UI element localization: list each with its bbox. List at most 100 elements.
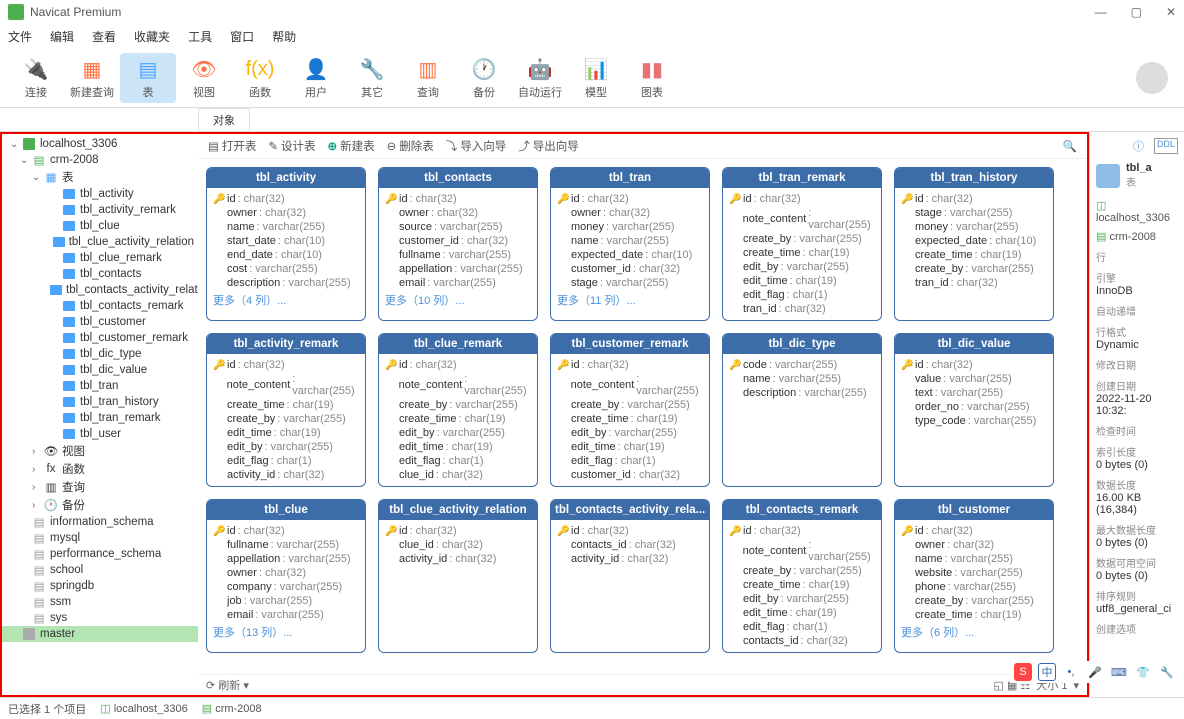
toolbar-函数[interactable]: f(x)函数	[232, 53, 288, 103]
ime-punct-icon[interactable]: •,	[1062, 663, 1080, 681]
delete-table-button[interactable]: ⊖删除表	[387, 138, 434, 154]
table-card[interactable]: tbl_clue_activity_relation🔑id: char(32)c…	[378, 499, 538, 653]
tree-item[interactable]: ▤performance_schema	[2, 546, 198, 562]
tree-item[interactable]: tbl_clue_remark	[2, 250, 198, 266]
window-title: Navicat Premium	[30, 5, 1095, 19]
table-card[interactable]: tbl_customer_remark🔑id: char(32)note_con…	[550, 333, 710, 487]
toolbar-新建查询[interactable]: ▦新建查询	[64, 53, 120, 103]
tree-item[interactable]: tbl_customer_remark	[2, 330, 198, 346]
ime-bar: S 中 •, 🎤 ⌨ 👕 🔧	[1010, 661, 1180, 683]
toolbar-其它[interactable]: 🔧其它	[344, 53, 400, 103]
menu-item[interactable]: 文件	[8, 28, 32, 45]
tree-item[interactable]: ›fx函数	[2, 460, 198, 478]
ime-mic-icon[interactable]: 🎤	[1086, 663, 1104, 681]
tree-item[interactable]: tbl_tran_remark	[2, 410, 198, 426]
table-card[interactable]: tbl_customer🔑id: char(32)owner: char(32)…	[894, 499, 1054, 653]
menu-item[interactable]: 查看	[92, 28, 116, 45]
refresh-button[interactable]: ⟳ 刷新 ▾	[206, 677, 249, 693]
close-button[interactable]: ✕	[1166, 5, 1176, 19]
zoom-bar: ⟳ 刷新 ▾ ◱ ▦ ☷ 大小 1 ▾	[198, 674, 1087, 695]
table-card[interactable]: tbl_tran_remark🔑id: char(32)note_content…	[722, 167, 882, 321]
menu-item[interactable]: 编辑	[50, 28, 74, 45]
tree-item[interactable]: master	[2, 626, 198, 642]
tree-item[interactable]: tbl_tran	[2, 378, 198, 394]
tree-item[interactable]: tbl_activity_remark	[2, 202, 198, 218]
toolbar-用户[interactable]: 👤用户	[288, 53, 344, 103]
table-card[interactable]: tbl_activity_remark🔑id: char(32)note_con…	[206, 333, 366, 487]
app-icon	[8, 4, 24, 20]
toolbar-自动运行[interactable]: 🤖自动运行	[512, 53, 568, 103]
tree-item[interactable]: ▤mysql	[2, 530, 198, 546]
tree-item[interactable]: ⌄▦表	[2, 168, 198, 186]
tree-item[interactable]: tbl_dic_type	[2, 346, 198, 362]
tree-item[interactable]: ›🕐备份	[2, 496, 198, 514]
tree-item[interactable]: ▤springdb	[2, 578, 198, 594]
status-selected: 已选择 1 个项目	[8, 701, 86, 717]
tab-objects[interactable]: 对象	[198, 108, 250, 131]
action-bar: ▤打开表 ✎设计表 ⊕新建表 ⊖删除表 ⤵导入向导 ⤴导出向导 🔍	[198, 134, 1087, 159]
tree-item[interactable]: tbl_activity	[2, 186, 198, 202]
tree-item[interactable]: ▤ssm	[2, 594, 198, 610]
import-wizard-button[interactable]: ⤵导入向导	[446, 138, 507, 154]
ime-kbd-icon[interactable]: ⌨	[1110, 663, 1128, 681]
info-icon[interactable]: ⓘ	[1133, 138, 1144, 154]
export-wizard-button[interactable]: ⤴导出向导	[518, 138, 579, 154]
tree-item[interactable]: tbl_clue_activity_relation	[2, 234, 198, 250]
tree-item[interactable]: ⌄▤crm-2008	[2, 152, 198, 168]
table-card[interactable]: tbl_tran🔑id: char(32)owner: char(32)mone…	[550, 167, 710, 321]
tree-item[interactable]: ▤school	[2, 562, 198, 578]
toolbar-查询[interactable]: ▥查询	[400, 53, 456, 103]
tree-item[interactable]: tbl_tran_history	[2, 394, 198, 410]
ime-tool-icon[interactable]: 🔧	[1158, 663, 1176, 681]
table-card[interactable]: tbl_clue_remark🔑id: char(32)note_content…	[378, 333, 538, 487]
table-card[interactable]: tbl_contacts_activity_rela...🔑id: char(3…	[550, 499, 710, 653]
tree-item[interactable]: tbl_clue	[2, 218, 198, 234]
table-card[interactable]: tbl_contacts🔑id: char(32)owner: char(32)…	[378, 167, 538, 321]
toolbar: 🔌连接▦新建查询▤表👁视图f(x)函数👤用户🔧其它▥查询🕐备份🤖自动运行📊模型▮…	[0, 49, 1184, 108]
tree-item[interactable]: ›👁视图	[2, 442, 198, 460]
search-icon[interactable]: 🔍	[1063, 139, 1077, 153]
table-card[interactable]: tbl_contacts_remark🔑id: char(32)note_con…	[722, 499, 882, 653]
toolbar-备份[interactable]: 🕐备份	[456, 53, 512, 103]
table-card[interactable]: tbl_tran_history🔑id: char(32)stage: varc…	[894, 167, 1054, 321]
ime-skin-icon[interactable]: 👕	[1134, 663, 1152, 681]
toolbar-表[interactable]: ▤表	[120, 53, 176, 103]
menu-item[interactable]: 收藏夹	[134, 28, 170, 45]
table-card[interactable]: tbl_dic_value🔑id: char(32)value: varchar…	[894, 333, 1054, 487]
menu-item[interactable]: 帮助	[272, 28, 296, 45]
sql-icon[interactable]: DDL	[1154, 138, 1178, 154]
toolbar-视图[interactable]: 👁视图	[176, 53, 232, 103]
model-canvas[interactable]: tbl_activity🔑id: char(32)owner: char(32)…	[198, 159, 1087, 674]
tree-item[interactable]: ›▥查询	[2, 478, 198, 496]
tree-item[interactable]: ▤information_schema	[2, 514, 198, 530]
tree-item[interactable]: ▤sys	[2, 610, 198, 626]
toolbar-连接[interactable]: 🔌连接	[8, 53, 64, 103]
menu-item[interactable]: 工具	[188, 28, 212, 45]
tree-item[interactable]: tbl_contacts_activity_relation	[2, 282, 198, 298]
status-db: ▤ crm-2008	[202, 702, 262, 715]
table-card[interactable]: tbl_clue🔑id: char(32)fullname: varchar(2…	[206, 499, 366, 653]
toolbar-图表[interactable]: ▮▮图表	[624, 53, 680, 103]
avatar[interactable]	[1136, 62, 1168, 94]
panel-title: tbl_a	[1126, 162, 1152, 174]
tree-item[interactable]: tbl_dic_value	[2, 362, 198, 378]
tree-item[interactable]: tbl_contacts_remark	[2, 298, 198, 314]
menubar: 文件 编辑 查看 收藏夹 工具 窗口 帮助	[0, 24, 1184, 49]
table-card[interactable]: tbl_dic_type🔑code: varchar(255)name: var…	[722, 333, 882, 487]
ime-sogou-icon[interactable]: S	[1014, 663, 1032, 681]
tree-item[interactable]: ⌄localhost_3306	[2, 136, 198, 152]
maximize-button[interactable]: ▢	[1131, 5, 1142, 19]
design-table-button[interactable]: ✎设计表	[268, 138, 315, 154]
toolbar-模型[interactable]: 📊模型	[568, 53, 624, 103]
status-conn: ◫ localhost_3306	[100, 702, 187, 715]
table-card[interactable]: tbl_activity🔑id: char(32)owner: char(32)…	[206, 167, 366, 321]
minimize-button[interactable]: —	[1095, 5, 1107, 19]
tree-item[interactable]: tbl_contacts	[2, 266, 198, 282]
window-controls: — ▢ ✕	[1095, 5, 1176, 19]
tree-item[interactable]: tbl_user	[2, 426, 198, 442]
new-table-button[interactable]: ⊕新建表	[328, 138, 375, 154]
ime-lang-icon[interactable]: 中	[1038, 663, 1056, 681]
tree-item[interactable]: tbl_customer	[2, 314, 198, 330]
open-table-button[interactable]: ▤打开表	[208, 138, 256, 154]
menu-item[interactable]: 窗口	[230, 28, 254, 45]
